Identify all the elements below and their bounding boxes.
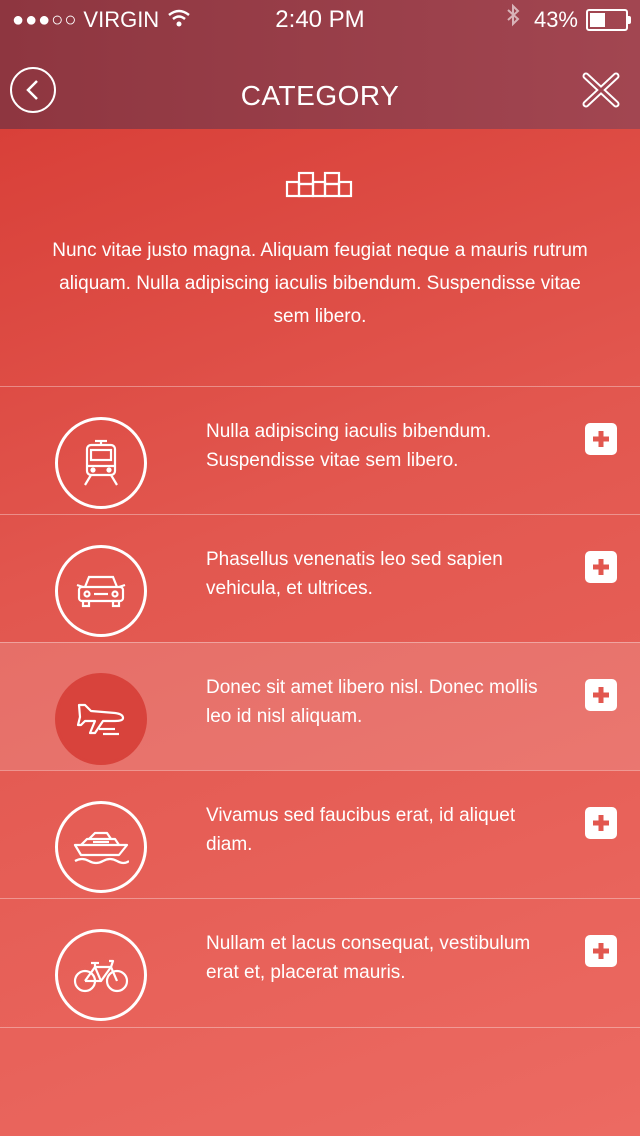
category-text: Vivamus sed faucibus erat, id aliquet di… [206, 805, 516, 855]
category-row-boat[interactable]: Vivamus sed faucibus erat, id aliquet di… [0, 770, 640, 898]
car-icon [55, 545, 147, 637]
train-icon [55, 417, 147, 509]
add-button[interactable] [585, 935, 617, 967]
intro-text: Nunc vitae justo magna. Aliquam feugiat … [52, 240, 588, 327]
bicycle-icon [55, 929, 147, 1021]
add-button[interactable] [585, 807, 617, 839]
category-text: Nullam et lacus consequat, vestibulum er… [206, 933, 531, 983]
plus-icon [593, 431, 609, 447]
plus-icon [593, 815, 609, 831]
category-row-car[interactable]: Phasellus venenatis leo sed sapien vehic… [0, 514, 640, 642]
battery-icon [586, 9, 631, 31]
add-button[interactable] [585, 551, 617, 583]
plus-icon [593, 943, 609, 959]
close-icon [582, 72, 620, 108]
close-button[interactable] [582, 72, 620, 108]
battery-fill [590, 13, 605, 27]
add-button[interactable] [585, 679, 617, 711]
category-text: Donec sit amet libero nisl. Donec mollis… [206, 677, 538, 727]
battery-percent: 43% [533, 7, 578, 32]
boat-icon [55, 801, 147, 893]
status-right: 43% [506, 0, 631, 40]
category-row-airplane[interactable]: Donec sit amet libero nisl. Donec mollis… [0, 642, 640, 770]
airplane-icon [55, 673, 147, 765]
status-bar: ●●●○○ VIRGIN 2:40 PM 43% [0, 0, 640, 40]
plus-icon [593, 687, 609, 703]
category-row-bicycle[interactable]: Nullam et lacus consequat, vestibulum er… [0, 898, 640, 1028]
plus-icon [593, 559, 609, 575]
taxi-roof-sign-icon [285, 170, 355, 200]
category-text: Nulla adipiscing iaculis bibendum. Suspe… [206, 421, 492, 471]
bluetooth-icon [506, 0, 520, 40]
add-button[interactable] [585, 423, 617, 455]
category-list: Nulla adipiscing iaculis bibendum. Suspe… [0, 386, 640, 1028]
category-row-train[interactable]: Nulla adipiscing iaculis bibendum. Suspe… [0, 386, 640, 514]
page-title: CATEGORY [240, 80, 400, 111]
category-text: Phasellus venenatis leo sed sapien vehic… [206, 549, 503, 599]
